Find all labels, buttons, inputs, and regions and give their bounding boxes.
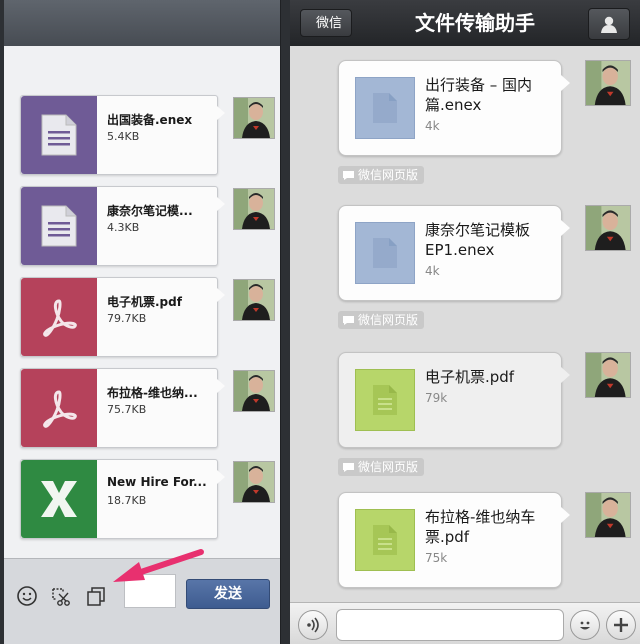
file-size: 79.7KB [107,312,147,325]
compose-toolbar: 发送 [4,558,280,644]
file-thumb [355,77,415,139]
file-thumb [21,187,97,265]
file-size: 79k [425,391,448,405]
file-message[interactable]: 电子机票.pdf 79k [338,352,570,448]
file-size: 4.3KB [107,221,140,234]
avatar-image [234,371,274,411]
file-name: 布拉格-维也纳车票.pdf [425,508,536,546]
avatar[interactable] [233,188,275,230]
file-size: 4k [425,264,440,278]
page-title: 文件传输助手 [415,11,535,35]
message-input[interactable] [336,609,564,641]
source-label: 微信网页版 [358,460,419,474]
document-icon [373,525,397,555]
chat-bubble-icon [343,315,354,325]
file-name: 电子机票.pdf [107,295,182,309]
message-list[interactable]: 出国装备.enex 5.4KB 康奈尔笔记模... 4.3KB 电子机票.pdf… [4,46,280,558]
file-name: New Hire For... [107,475,207,489]
file-message[interactable]: New Hire For... 18.7KB [20,459,225,539]
mobile-chat-panel: 微信 文件传输助手 出行装备 – 国内篇.enex 4k 微信网页版 康奈尔笔记… [290,0,640,644]
file-message[interactable]: 出国装备.enex 5.4KB [20,95,225,175]
copy-file-icon[interactable] [85,585,107,607]
profile-button[interactable] [588,8,630,40]
voice-icon [307,617,319,633]
file-size: 5.4KB [107,130,140,143]
file-name: 布拉格-维也纳... [107,386,198,400]
message-input[interactable] [124,574,176,608]
source-tag: 微信网页版 [338,458,425,476]
file-message[interactable]: 康奈尔笔记模板EP1.enex 4k [338,205,570,301]
avatar[interactable] [585,60,631,106]
file-name: 出行装备 – 国内篇.enex [425,76,533,114]
smiley-icon [580,621,590,630]
avatar[interactable] [585,492,631,538]
document-icon [373,238,397,268]
file-thumb [21,460,97,538]
file-thumb [21,96,97,174]
avatar[interactable] [585,205,631,251]
avatar[interactable] [233,370,275,412]
left-header-bar [4,0,280,46]
input-bar [290,602,640,644]
more-button[interactable] [606,610,636,640]
smiley-icon[interactable] [16,585,38,607]
avatar[interactable] [233,461,275,503]
file-size: 18.7KB [107,494,147,507]
avatar[interactable] [233,97,275,139]
source-tag: 微信网页版 [338,311,425,329]
file-name: 康奈尔笔记模... [107,204,193,218]
file-message[interactable]: 康奈尔笔记模... 4.3KB [20,186,225,266]
file-thumb [355,509,415,571]
file-thumb [355,369,415,431]
file-message[interactable]: 出行装备 – 国内篇.enex 4k [338,60,570,156]
file-thumb [355,222,415,284]
avatar-image [234,280,274,320]
source-tag: 微信网页版 [338,166,425,184]
file-name: 出国装备.enex [107,113,193,127]
back-button[interactable]: 微信 [300,9,352,37]
file-name: 康奈尔笔记模板EP1.enex [425,221,531,259]
excel-icon [41,481,77,517]
file-size: 75k [425,551,448,565]
document-icon [373,385,397,415]
chat-bubble-icon [343,170,354,180]
file-size: 75.7KB [107,403,147,416]
document-icon [373,93,397,123]
document-icon [41,205,77,247]
source-label: 微信网页版 [358,168,419,182]
send-button[interactable]: 发送 [186,579,270,609]
avatar[interactable] [233,279,275,321]
file-thumb [21,369,97,447]
pdf-icon [43,299,77,337]
avatar[interactable] [585,352,631,398]
avatar-image [234,189,274,229]
avatar-image [234,462,274,502]
file-message[interactable]: 布拉格-维也纳车票.pdf 75k [338,492,570,588]
scissors-icon[interactable] [50,585,72,607]
emoji-button[interactable] [570,610,600,640]
chat-bubble-icon [343,462,354,472]
person-icon [601,16,617,33]
voice-button[interactable] [298,610,328,640]
desktop-chat-panel: 出国装备.enex 5.4KB 康奈尔笔记模... 4.3KB 电子机票.pdf… [4,0,281,644]
file-name: 电子机票.pdf [425,368,515,386]
file-size: 4k [425,119,440,133]
file-message[interactable]: 布拉格-维也纳... 75.7KB [20,368,225,448]
avatar-image [234,98,274,138]
source-label: 微信网页版 [358,313,419,327]
plus-icon [614,618,628,632]
document-icon [41,114,77,156]
file-message[interactable]: 电子机票.pdf 79.7KB [20,277,225,357]
nav-bar: 微信 文件传输助手 [290,0,640,46]
file-thumb [21,278,97,356]
pdf-icon [43,390,77,428]
